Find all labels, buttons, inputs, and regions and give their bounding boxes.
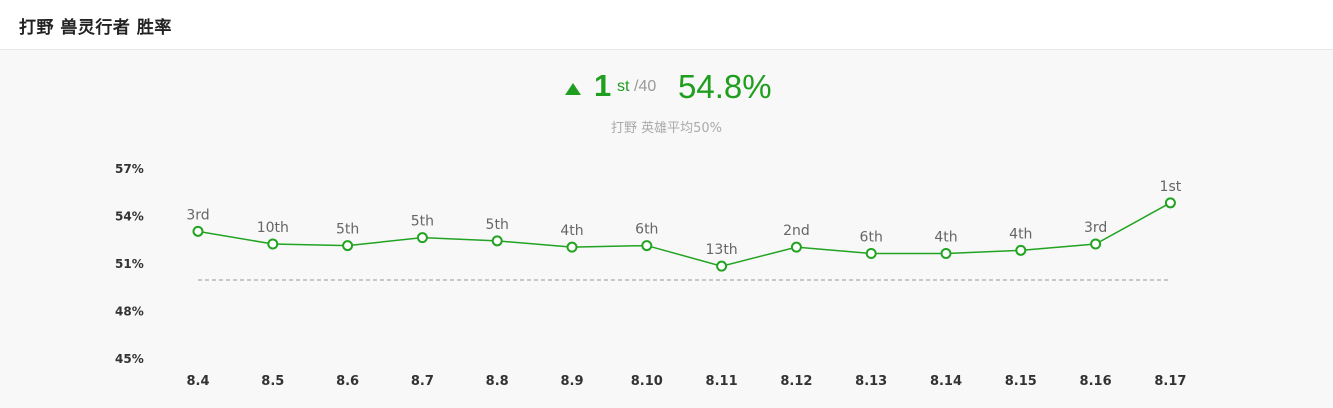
rank-label: 6th: [860, 230, 883, 246]
data-point: [566, 241, 578, 253]
x-tick-label: 8.12: [780, 374, 812, 389]
x-tick-label: 8.13: [855, 374, 887, 389]
rank-label: 2nd: [783, 223, 810, 239]
x-tick-label: 8.4: [186, 374, 209, 389]
x-tick-label: 8.15: [1005, 374, 1037, 389]
x-tick-label: 8.7: [411, 374, 434, 389]
data-point: [940, 248, 952, 259]
data-point: [1015, 244, 1027, 256]
data-point: [267, 238, 279, 250]
data-point: [865, 248, 877, 259]
rank-label: 3rd: [1084, 220, 1107, 236]
y-tick-label: 51%: [115, 257, 144, 271]
y-tick-label: 48%: [115, 305, 144, 319]
y-tick-label: 57%: [115, 162, 144, 176]
x-tick-label: 8.5: [261, 374, 284, 389]
rank-label: 4th: [1009, 226, 1032, 242]
rank-label: 4th: [934, 230, 957, 246]
data-point: [716, 260, 728, 272]
x-tick-label: 8.8: [486, 374, 509, 389]
rank-label: 6th: [635, 222, 658, 238]
x-tick-label: 8.11: [706, 374, 738, 389]
data-point: [416, 232, 428, 244]
x-tick-label: 8.9: [560, 374, 583, 389]
x-tick-label: 8.16: [1080, 374, 1112, 389]
x-tick-label: 8.10: [631, 374, 663, 389]
rank-label: 4th: [560, 223, 583, 239]
x-tick-label: 8.14: [930, 374, 962, 389]
win-rate-line-chart: 57% 54% 51% 48% 45% 8.4 8.5 8.6 8.7 8.8 8.9 8.10 8.1…: [115, 162, 1186, 389]
rank-label: 1st: [1160, 179, 1182, 195]
rank-label: 5th: [411, 214, 434, 230]
data-point: [192, 225, 204, 237]
data-point: [491, 235, 503, 247]
data-point: [1164, 197, 1176, 209]
data-point: [641, 240, 653, 252]
rank-label: 13th: [706, 242, 738, 258]
rank-label: 5th: [336, 222, 359, 238]
data-point: [342, 240, 354, 252]
x-tick-label: 8.6: [336, 374, 359, 389]
y-tick-label: 54%: [115, 210, 144, 224]
rank-label: 5th: [486, 217, 509, 233]
y-tick-label: 45%: [115, 352, 144, 366]
data-point: [1090, 238, 1102, 250]
data-point: [790, 241, 802, 253]
rank-label: 10th: [257, 220, 289, 236]
rank-label: 3rd: [186, 207, 209, 223]
x-tick-label: 8.17: [1154, 374, 1186, 389]
